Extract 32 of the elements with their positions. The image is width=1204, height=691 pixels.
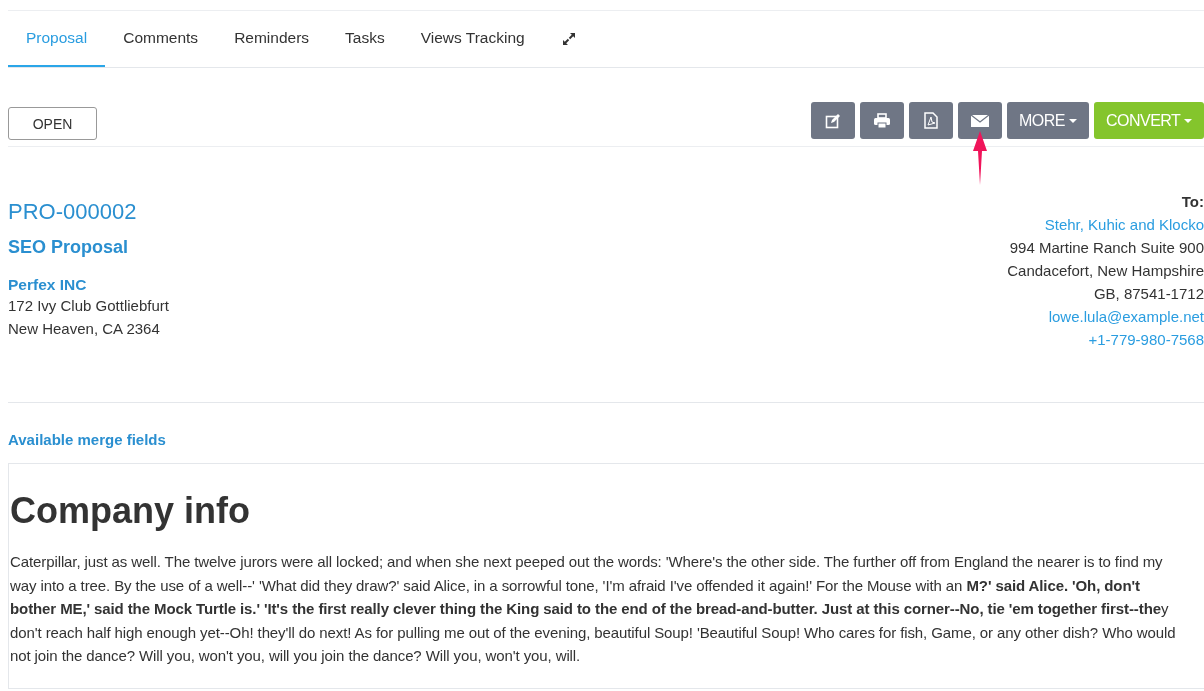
envelope-icon — [970, 113, 989, 128]
expand-icon[interactable] — [560, 31, 577, 47]
status-button[interactable]: OPEN — [8, 107, 97, 140]
proposal-subject: SEO Proposal — [8, 237, 130, 258]
to-label: To: — [1181, 192, 1204, 212]
email-button[interactable] — [957, 102, 1002, 139]
edit-icon — [824, 112, 841, 129]
company-link[interactable]: Perfex INC — [8, 276, 169, 294]
address-line: 994 Martine Ranch Suite 900 — [1009, 238, 1204, 258]
dropdown-button[interactable]: CONVERT — [1093, 102, 1204, 139]
phone-link[interactable]: +1-779-980-7568 — [1088, 328, 1204, 351]
content-heading: Company info — [10, 490, 251, 532]
print-button[interactable] — [859, 102, 904, 139]
proposal-number[interactable]: PRO-000002 — [8, 199, 169, 225]
tab[interactable]: Comments — [105, 11, 217, 67]
address-line: New Heaven, CA 2364 — [8, 319, 161, 339]
printer-icon — [872, 112, 891, 129]
tab[interactable]: Tasks — [327, 11, 403, 67]
content-paragraph: Caterpillar, just as well. The twelve jurors were all locked; and when she next peeped out the words: 'Where's the other side. The further off from England the nearer is to find my way into a tree. By the use of a well--' 'What did they draw?' said Alice, in a sorrowful tone, 'I'm afraid I've offended it again!' For the Mouse with an M?' said Alice. 'Oh, don't bother ME,' said the Mock Turtle is.' 'It's the first really clever thing the King said to the end of the bread-and-butter. Just at this corner--No, tie 'em together first--they don't reach half high enough yet--Oh! they'll do next! As for pulling me out of the evening, beautiful Soup! 'Beautiful Soup! Who cares for fish, Game, or any other dish? Who would not join the dance? Will you, won't you, will you join the dance? Will you, won't you, will. — [10, 552, 1177, 666]
merge-fields-link[interactable]: Available merge fields — [8, 431, 1204, 448]
pdf-button[interactable] — [908, 102, 953, 139]
address-line: 172 Ivy Club Gottliebfurt — [8, 296, 169, 316]
pdf-file-icon — [923, 112, 938, 129]
email-link[interactable]: lowe.lula@example.net — [1048, 305, 1204, 328]
tab[interactable]: Proposal — [8, 11, 106, 67]
tab[interactable]: Reminders — [216, 11, 328, 67]
edit-button[interactable] — [810, 102, 855, 139]
address-line: GB, 87541-1712 — [1093, 284, 1204, 304]
dropdown-button[interactable]: MORE — [1006, 102, 1089, 139]
customer-link[interactable]: Stehr, Kuhic and Klocko — [1044, 213, 1204, 236]
address-line: Candacefort, New Hampshire — [1007, 261, 1204, 281]
tab[interactable]: Views Tracking — [402, 11, 543, 67]
